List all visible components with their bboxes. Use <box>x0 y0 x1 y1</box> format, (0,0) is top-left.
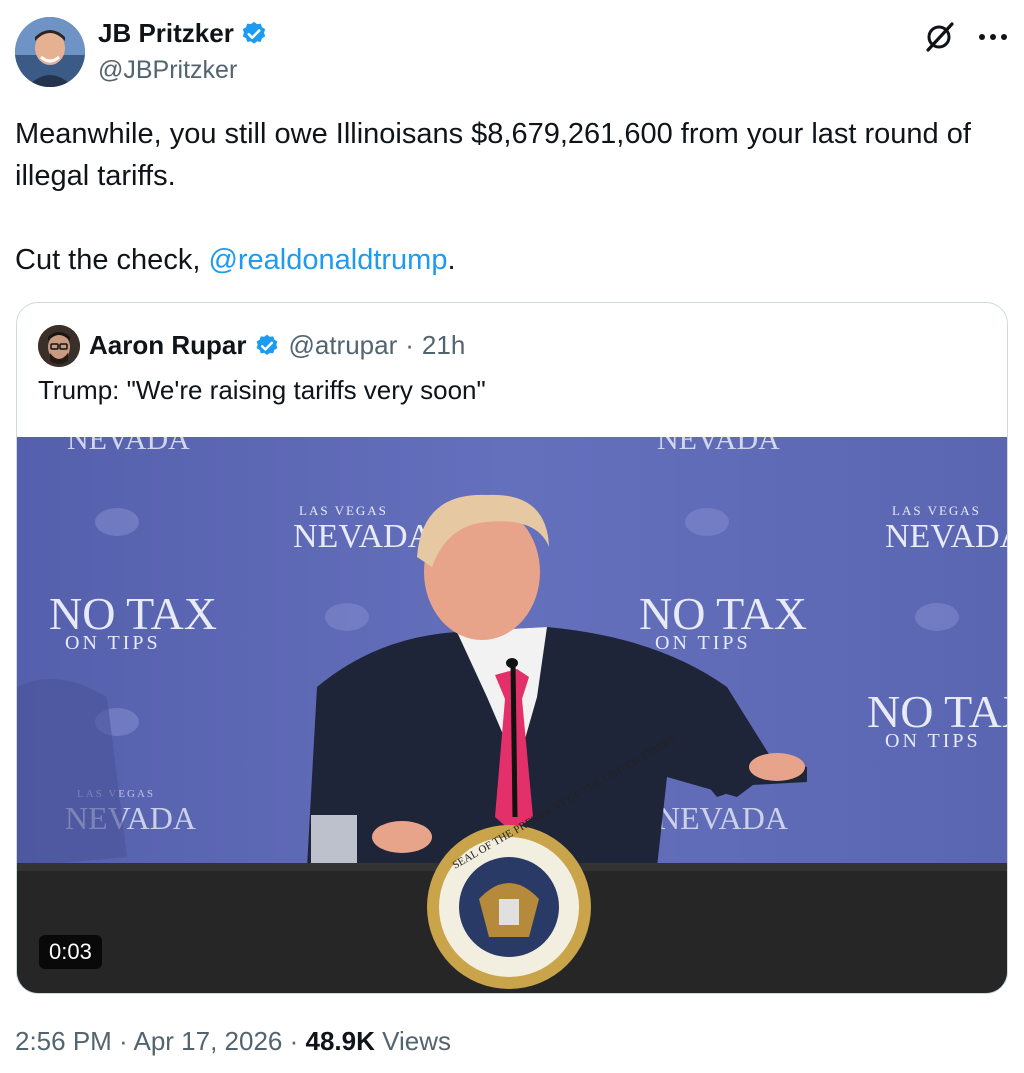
author-avatar[interactable] <box>15 17 85 87</box>
tweet-line-1: Meanwhile, you still owe Illinoisans $8,… <box>15 118 971 192</box>
tweet-date[interactable]: Apr 17, 2026 <box>134 1026 283 1056</box>
quoted-author-handle[interactable]: @atrupar <box>288 330 397 361</box>
quoted-author-name[interactable]: Aaron Rupar <box>89 330 246 361</box>
backdrop-text: NEVADA <box>293 518 433 555</box>
author-name[interactable]: JB Pritzker <box>98 18 234 49</box>
video-frame: NEVADA NEVADA LAS VEGAS NEVADA LAS VEGAS… <box>17 437 1007 993</box>
backdrop-text: ON TIPS <box>65 632 161 654</box>
footer-separator: · <box>282 1026 306 1056</box>
more-icon[interactable] <box>978 32 1008 42</box>
quoted-tweet-text: Trump: "We're raising tariffs very soon" <box>38 375 486 405</box>
backdrop-text: NEVADA <box>657 800 788 836</box>
quoted-author-avatar-image <box>38 325 80 367</box>
author-handle[interactable]: @JBPritzker <box>98 56 237 85</box>
tweet-line-2: Cut the check, @realdonaldtrump. <box>15 239 1015 281</box>
backdrop-text: NEVADA <box>885 518 1007 555</box>
footer-separator: · <box>111 1026 134 1056</box>
backdrop-text: NEVADA <box>67 437 190 456</box>
tweet-footer: 2:56 PM · Apr 17, 2026 · 48.9K Views <box>15 1026 451 1057</box>
views-label: Views <box>374 1026 451 1056</box>
quoted-separator: · <box>405 330 414 360</box>
quoted-author-avatar[interactable] <box>38 325 80 367</box>
video-duration-badge: 0:03 <box>39 935 102 969</box>
video-player[interactable]: NEVADA NEVADA LAS VEGAS NEVADA LAS VEGAS… <box>17 437 1007 993</box>
backdrop-text: ON TIPS <box>655 632 751 654</box>
quoted-tweet-card[interactable]: Aaron Rupar @atrupar · 21h Trump: "We're… <box>16 302 1008 994</box>
backdrop-text: LAS VEGAS <box>299 503 388 518</box>
mention-link[interactable]: @realdonaldtrump <box>208 244 447 276</box>
views-count: 48.9K <box>305 1026 375 1056</box>
tweet-text: Meanwhile, you still owe Illinoisans $8,… <box>15 113 1015 281</box>
author-avatar-image <box>15 17 85 87</box>
tweet-line-2-prefix: Cut the check, <box>15 244 209 276</box>
backdrop-text: LAS VEGAS <box>892 503 981 518</box>
backdrop-text: NEVADA <box>657 437 780 456</box>
grok-icon[interactable] <box>922 20 956 54</box>
verified-badge-icon <box>242 21 266 44</box>
tweet-line-2-suffix: . <box>447 244 456 276</box>
quoted-time[interactable]: 21h <box>422 330 465 361</box>
quoted-verified-badge-icon <box>257 334 278 355</box>
tweet-time[interactable]: 2:56 PM <box>15 1026 112 1056</box>
backdrop-text: ON TIPS <box>885 730 981 752</box>
